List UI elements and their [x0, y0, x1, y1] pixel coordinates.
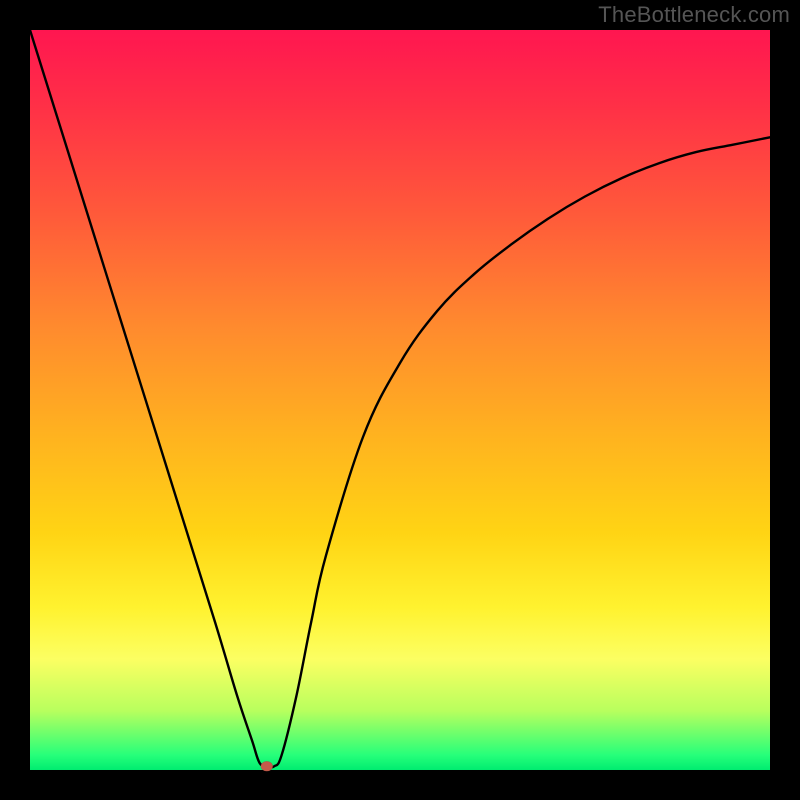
optimal-point-marker: [261, 761, 273, 771]
watermark-text: TheBottleneck.com: [598, 2, 790, 28]
bottleneck-curve: [30, 30, 770, 767]
chart-frame: TheBottleneck.com: [0, 0, 800, 800]
curve-svg: [30, 30, 770, 770]
plot-area: [30, 30, 770, 770]
